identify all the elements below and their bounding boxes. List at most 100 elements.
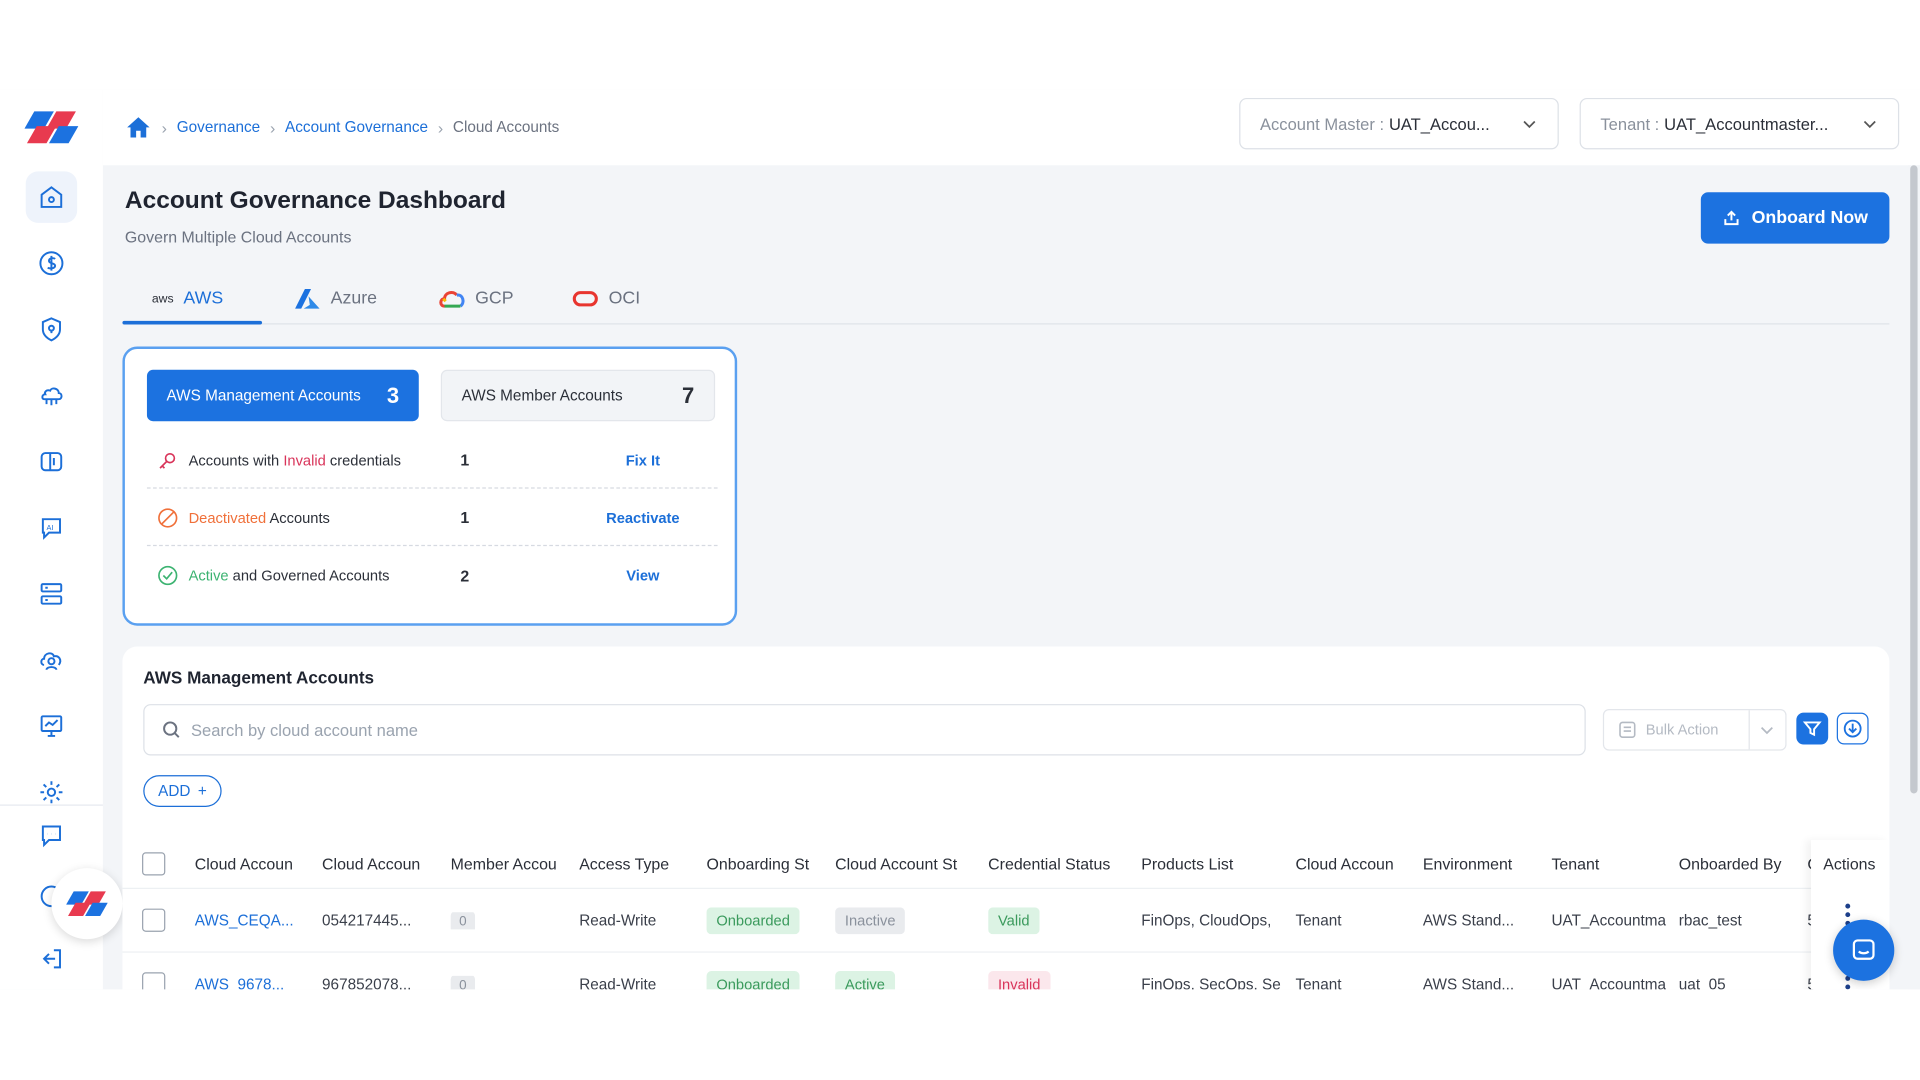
col-cloud-account-name[interactable]: Cloud Accoun: [195, 855, 308, 873]
tenant-select[interactable]: Tenant : UAT_Accountmaster...: [1579, 97, 1900, 150]
tab-aws[interactable]: aws AWS: [152, 273, 223, 324]
breadcrumb: › Governance › Account Governance › Clou…: [125, 114, 559, 141]
active-tab-indicator: [122, 320, 263, 325]
nav-feedback-chat-icon[interactable]: [26, 809, 77, 860]
tab-aws-label: AWS: [183, 288, 224, 309]
chevron-right-icon: ›: [161, 118, 167, 137]
account-type: Tenant: [1295, 975, 1342, 990]
bulk-action-dropdown[interactable]: Bulk Action: [1602, 708, 1787, 751]
col-member-accounts[interactable]: Member Accou: [451, 855, 564, 873]
page-scrollbar-thumb[interactable]: [1910, 165, 1918, 794]
page-subtitle: Govern Multiple Cloud Accounts: [124, 227, 352, 247]
nav-presentation-chart-icon[interactable]: [26, 700, 77, 751]
chevron-right-icon: ›: [269, 118, 276, 137]
management-accounts-label: AWS Management Accounts: [166, 386, 361, 405]
breadcrumb-account-governance[interactable]: Account Governance: [285, 119, 428, 136]
brand-logo[interactable]: [24, 109, 79, 146]
cloud-account-name[interactable]: AWS_9678...: [195, 975, 308, 989]
ban-icon: [158, 507, 178, 527]
filter-icon: [1802, 721, 1822, 737]
table-row[interactable]: AWS_CEQA... 054217445... 0 Read-Write On…: [122, 889, 1890, 953]
home-icon[interactable]: [125, 114, 152, 141]
col-access-type[interactable]: Access Type: [579, 855, 692, 873]
sidebar: AI: [0, 89, 103, 990]
cloud-account-name[interactable]: AWS_CEQA...: [195, 912, 308, 929]
nav-cloud-network-icon[interactable]: [26, 370, 77, 421]
row-checkbox[interactable]: [142, 972, 166, 990]
onboarded-by: uat_05: [1678, 975, 1726, 990]
environment: AWS Stand...: [1422, 911, 1515, 929]
table-row[interactable]: AWS_9678... 967852078... 0 Read-Write On…: [122, 953, 1889, 990]
brand-logo-small-icon: [66, 891, 108, 916]
top-header: › Governance › Account Governance › Clou…: [102, 89, 1920, 166]
nav-security-shield-icon[interactable]: [26, 304, 77, 355]
stage: AI › Governance › Account Governance › C…: [0, 0, 1920, 1080]
add-button[interactable]: ADD +: [143, 775, 222, 807]
nav-ai-chat-icon[interactable]: AI: [26, 502, 77, 553]
management-accounts-tab[interactable]: AWS Management Accounts 3: [146, 369, 419, 422]
download-button[interactable]: [1836, 712, 1869, 745]
col-onboarding-status[interactable]: Onboarding St: [707, 855, 820, 873]
tab-oci-label: OCI: [608, 288, 641, 309]
page-title: Account Governance Dashboard: [124, 187, 506, 215]
select-all-checkbox[interactable]: [142, 852, 166, 876]
cloud-account-id: 967852078...: [322, 975, 412, 990]
reactivate-link[interactable]: Reactivate: [588, 509, 698, 526]
chat-support-button[interactable]: [1833, 919, 1895, 981]
key-icon: [159, 452, 176, 469]
management-accounts-count: 3: [386, 382, 400, 408]
nav-server-icon[interactable]: [26, 568, 77, 619]
col-products-list[interactable]: Products List: [1141, 855, 1278, 873]
nav-logout-icon[interactable]: [26, 933, 77, 984]
nav-home-icon[interactable]: [25, 171, 78, 223]
aws-icon: aws: [151, 292, 174, 306]
member-accounts-tab[interactable]: AWS Member Accounts 7: [440, 369, 716, 422]
chevron-down-icon: [1523, 120, 1536, 129]
search-input[interactable]: Search by cloud account name: [143, 704, 1586, 756]
col-credential-status[interactable]: Credential Status: [988, 855, 1125, 873]
nav-split-panel-icon[interactable]: [26, 436, 77, 487]
bulk-action-label: Bulk Action: [1645, 721, 1719, 739]
access-type: Read-Write: [579, 975, 657, 990]
management-accounts-panel: AWS Management Accounts Search by cloud …: [122, 646, 1890, 990]
add-label: ADD: [158, 782, 191, 800]
summary-active-count: 2: [460, 566, 470, 585]
download-icon: [1843, 719, 1862, 738]
tab-azure-label: Azure: [330, 288, 378, 309]
tab-oci[interactable]: OCI: [572, 273, 640, 324]
view-link[interactable]: View: [588, 567, 698, 584]
cloud-account-id: 054217445...: [322, 911, 412, 929]
row-checkbox[interactable]: [142, 908, 166, 932]
nav-cloud-user-icon[interactable]: [26, 634, 77, 685]
chat-icon: [1852, 939, 1875, 960]
member-count: 0: [450, 975, 476, 990]
tab-azure[interactable]: Azure: [294, 273, 377, 324]
breadcrumb-governance[interactable]: Governance: [177, 119, 260, 136]
access-type: Read-Write: [579, 911, 657, 929]
summary-invalid-count: 1: [460, 450, 470, 469]
col-environment[interactable]: Environment: [1423, 855, 1536, 873]
col-cloud-account-id[interactable]: Cloud Accoun: [322, 855, 435, 873]
products-list: FinOps, SecOps, Se: [1141, 975, 1281, 990]
oci-icon: [572, 291, 598, 307]
col-cloud-account-type[interactable]: Cloud Accoun: [1296, 855, 1409, 873]
col-onboarded-by[interactable]: Onboarded By: [1679, 855, 1801, 873]
floating-brand-button[interactable]: [51, 868, 123, 940]
breadcrumb-cloud-accounts: Cloud Accounts: [452, 118, 560, 136]
col-tenant[interactable]: Tenant: [1551, 855, 1664, 873]
tenant-name: UAT_Accountma: [1551, 975, 1667, 990]
bulk-action-separator: [1748, 710, 1750, 750]
credential-status-badge: Invalid: [988, 970, 1051, 990]
nav-dollar-icon[interactable]: [26, 238, 77, 289]
onboard-now-button[interactable]: Onboard Now: [1700, 192, 1890, 244]
col-cloud-account-status[interactable]: Cloud Account St: [835, 855, 972, 873]
tab-gcp[interactable]: GCP: [438, 273, 514, 324]
member-accounts-count: 7: [682, 382, 695, 408]
fix-it-link[interactable]: Fix It: [588, 451, 698, 468]
account-status-badge: Active: [835, 970, 895, 990]
filter-button[interactable]: [1796, 712, 1829, 745]
account-master-select[interactable]: Account Master : UAT_Accou...: [1239, 97, 1559, 150]
account-master-label: Account Master :: [1260, 114, 1385, 133]
products-list: FinOps, CloudOps,: [1141, 911, 1272, 929]
account-type: Tenant: [1295, 911, 1342, 929]
